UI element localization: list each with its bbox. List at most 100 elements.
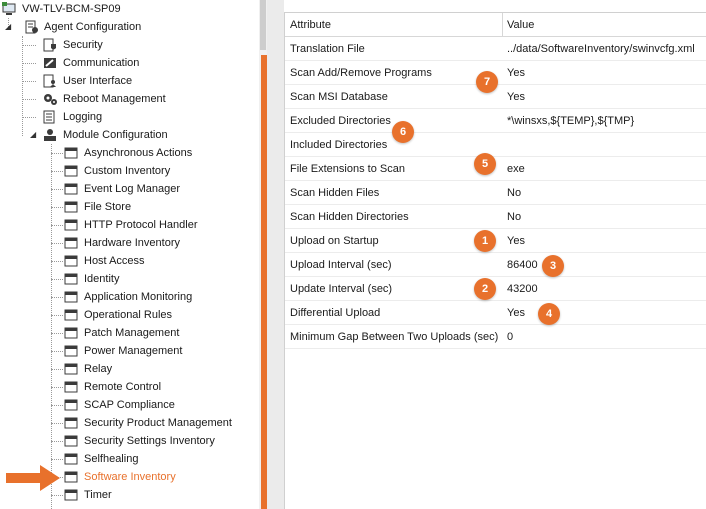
- medkit-icon: [64, 452, 79, 466]
- grid-row[interactable]: Differential Upload Yes: [285, 301, 706, 325]
- tree-label: Selfhealing: [84, 453, 139, 465]
- monitor-icon: [64, 362, 79, 376]
- pane-gap: [267, 0, 284, 509]
- tree-scrollbar-thumb[interactable]: [260, 0, 266, 50]
- tree-label: SCAP Compliance: [84, 399, 175, 411]
- pointer-arrow-icon: [6, 465, 60, 491]
- column-header-attribute[interactable]: Attribute: [290, 13, 331, 37]
- grid-row[interactable]: Minimum Gap Between Two Uploads (sec) 0: [285, 325, 706, 349]
- collapse-icon[interactable]: ◢: [30, 130, 36, 140]
- attribute-name: File Extensions to Scan: [290, 163, 405, 175]
- monitor-icon: [64, 254, 79, 268]
- callout-badge: 5: [474, 153, 496, 175]
- tree-label: Hardware Inventory: [84, 237, 180, 249]
- rules-icon: [64, 308, 79, 322]
- callout-badge: 3: [542, 255, 564, 277]
- hardware-icon: [64, 236, 79, 250]
- shield-document-icon: [43, 38, 58, 52]
- attribute-value[interactable]: Yes: [507, 85, 525, 109]
- grid-header: Attribute Value: [285, 13, 706, 37]
- tree-label: Asynchronous Actions: [84, 147, 193, 159]
- attribute-name: Excluded Directories: [290, 115, 391, 127]
- callout-badge: 6: [392, 121, 414, 143]
- attribute-name: Scan Add/Remove Programs: [290, 67, 432, 79]
- tree-label: Reboot Management: [63, 93, 166, 105]
- grid-row[interactable]: Excluded Directories *\winsxs,${TEMP},${T…: [285, 109, 706, 133]
- toolbar-icon: [64, 164, 79, 178]
- tree-label: Remote Control: [84, 381, 162, 393]
- grid-row[interactable]: Translation File ../data/SoftwareInventor…: [285, 37, 706, 61]
- attribute-value[interactable]: 43200: [507, 277, 538, 301]
- tree-label: Security Settings Inventory: [84, 435, 215, 447]
- attribute-value[interactable]: *\winsxs,${TEMP},${TMP}: [507, 109, 634, 133]
- shield-icon: [64, 434, 79, 448]
- attribute-value[interactable]: No: [507, 181, 521, 205]
- attribute-name: Differential Upload: [290, 307, 381, 319]
- tree-label: Application Monitoring: [84, 291, 193, 303]
- attribute-name: Minimum Gap Between Two Uploads (sec): [290, 331, 499, 343]
- tree-label: Power Management: [84, 345, 183, 357]
- attribute-value[interactable]: 0: [507, 325, 513, 349]
- column-divider[interactable]: [502, 13, 503, 37]
- grid-row[interactable]: Scan Hidden Files No: [285, 181, 706, 205]
- document-gear-icon: [24, 20, 39, 34]
- tree-label: Identity: [84, 273, 120, 285]
- attribute-name: Upload on Startup: [290, 235, 379, 247]
- grid-row[interactable]: Upload Interval (sec) 86400: [285, 253, 706, 277]
- attribute-name: Scan Hidden Files: [290, 187, 380, 199]
- computer-icon: [2, 2, 17, 16]
- attribute-value[interactable]: Yes: [507, 229, 525, 253]
- callout-badge: 2: [474, 278, 496, 300]
- inventory-icon: [64, 470, 79, 484]
- drive-icon: [64, 200, 79, 214]
- attribute-name: Update Interval (sec): [290, 283, 393, 295]
- tree-label: Timer: [84, 489, 112, 501]
- grid-row[interactable]: Scan Hidden Directories No: [285, 205, 706, 229]
- window-icon: [64, 290, 79, 304]
- scap-icon: [64, 398, 79, 412]
- attribute-value[interactable]: No: [507, 205, 521, 229]
- attribute-name: Translation File: [290, 43, 365, 55]
- globe-icon: [64, 218, 79, 232]
- column-header-value[interactable]: Value: [507, 13, 534, 37]
- grid-row[interactable]: Included Directories: [285, 133, 706, 157]
- tree-label: Patch Management: [84, 327, 180, 339]
- attribute-value[interactable]: 86400: [507, 253, 538, 277]
- attribute-name: Upload Interval (sec): [290, 259, 392, 271]
- id-card-icon: [64, 272, 79, 286]
- tree-label: Operational Rules: [84, 309, 173, 321]
- configuration-tree: VW-TLV-BCM-SP09 ◢ Agent Configuration Se…: [0, 0, 260, 509]
- modules-icon: [43, 128, 58, 142]
- tree-label: File Store: [84, 201, 132, 213]
- attribute-value[interactable]: Yes: [507, 301, 525, 325]
- callout-badge: 4: [538, 303, 560, 325]
- clock-icon: [64, 488, 79, 502]
- tree-label: Security Product Management: [84, 417, 232, 429]
- tree-label: Relay: [84, 363, 113, 375]
- tree-root-label: VW-TLV-BCM-SP09: [22, 3, 121, 15]
- tree-label: Software Inventory: [84, 471, 176, 483]
- tree-label: Security: [63, 39, 103, 51]
- callout-badge: 1: [474, 230, 496, 252]
- tree-label: HTTP Protocol Handler: [84, 219, 198, 231]
- attribute-value[interactable]: Yes: [507, 61, 525, 85]
- tree-label: Custom Inventory: [84, 165, 171, 177]
- tree-label: Communication: [63, 57, 140, 69]
- user-document-icon: [43, 74, 58, 88]
- attribute-name: Included Directories: [290, 139, 388, 151]
- tree-label: Agent Configuration: [44, 21, 142, 33]
- tree-label: Logging: [63, 111, 103, 123]
- collapse-icon[interactable]: ◢: [5, 22, 11, 32]
- tree-label: Module Configuration: [63, 129, 168, 141]
- log-document-icon: [43, 110, 58, 124]
- remote-icon: [64, 380, 79, 394]
- shield-icon: [64, 326, 79, 340]
- attribute-value[interactable]: exe: [507, 157, 525, 181]
- attribute-name: Scan MSI Database: [290, 91, 388, 103]
- tree-label: Event Log Manager: [84, 183, 181, 195]
- callout-badge: 7: [476, 71, 498, 93]
- tree-label: Host Access: [84, 255, 145, 267]
- gears-icon: [43, 92, 58, 106]
- battery-icon: [64, 344, 79, 358]
- attribute-value[interactable]: ../data/SoftwareInventory/swinvcfg.xml: [507, 37, 695, 61]
